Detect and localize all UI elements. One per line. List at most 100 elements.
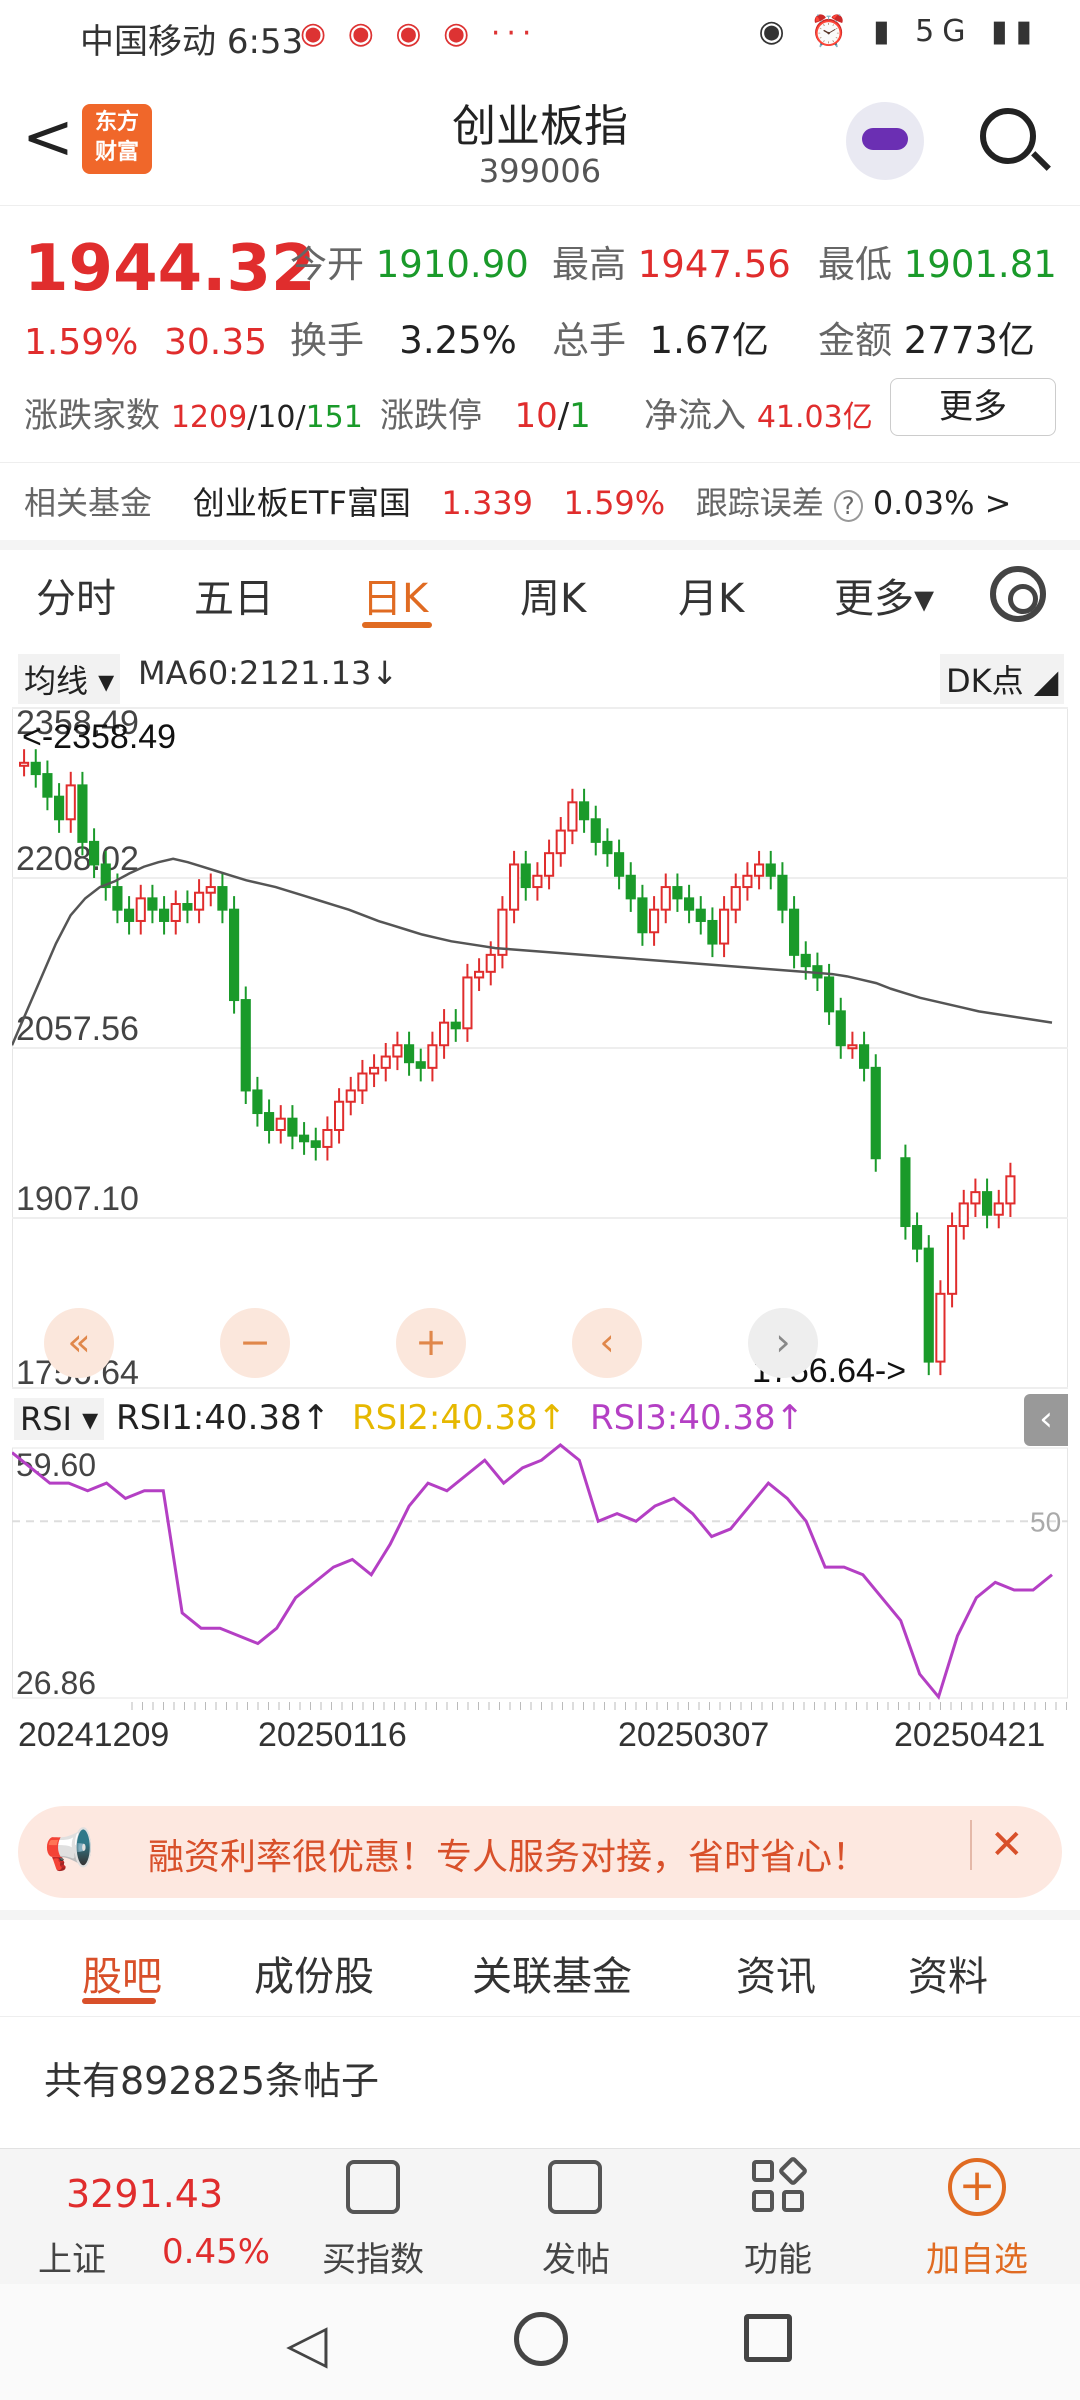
assistant-robot-icon[interactable]	[846, 102, 924, 180]
tab-profile[interactable]: 资料	[908, 1944, 988, 2002]
chart-icon[interactable]	[346, 2160, 400, 2214]
tab-news[interactable]: 资讯	[736, 1944, 816, 2002]
kline-chart[interactable]: 2358.492208.022057.561907.101756.64<-235…	[10, 700, 1068, 1790]
scroll-start-button[interactable]: «	[44, 1308, 114, 1378]
nav-back-icon[interactable]: ◁	[286, 2312, 328, 2375]
candle-body	[30, 761, 41, 776]
candle-body	[970, 1191, 981, 1205]
ma-selector[interactable]: 均线 ▾	[18, 654, 121, 704]
promo-text[interactable]: 融资利率很优惠！专人服务对接，省时省心！	[148, 1828, 868, 1880]
candle-body	[275, 1117, 286, 1131]
amount-stat: 金额 2773亿	[818, 319, 1035, 362]
candle-body	[923, 1247, 934, 1363]
candle-body	[252, 1089, 263, 1115]
add-icon[interactable]: +	[948, 2158, 1006, 2216]
buy-index-button[interactable]: 买指数	[322, 2232, 424, 2281]
rsi-mid-label: 50	[1030, 1506, 1061, 1537]
ma60-line	[10, 857, 1053, 1046]
tab-weekly-k[interactable]: 周K	[520, 566, 586, 624]
turnover-stat: 换手 3.25%	[290, 319, 517, 362]
candle-body	[404, 1044, 415, 1064]
sh-index-value[interactable]: 3291.43	[66, 2172, 223, 2216]
rsi-line	[11, 1443, 1053, 1701]
candle-body	[264, 1112, 275, 1131]
tab-five-day[interactable]: 五日	[194, 566, 274, 624]
tab-monthly-k[interactable]: 月K	[678, 566, 744, 624]
candle-body	[124, 908, 135, 922]
divider-2	[0, 2016, 1080, 2017]
candle-body	[77, 784, 88, 843]
related-fund-row[interactable]: 相关基金 创业板ETF富国 1.339 1.59% 跟踪误差 ? 0.03% >	[24, 478, 1064, 524]
candle-body	[672, 886, 683, 900]
x-date-label: 20250307	[618, 1716, 769, 1754]
grid-icon[interactable]	[752, 2155, 809, 2214]
section-gap	[0, 540, 1080, 550]
candle-body	[19, 761, 30, 767]
collapse-panel-button[interactable]: ‹	[1024, 1394, 1068, 1446]
zoom-in-button[interactable]: +	[396, 1308, 466, 1378]
system-status-icons: ◉ ⏰ ▮ 5G ▮▮	[758, 14, 1040, 49]
rsi2-value: RSI2:40.38↑	[352, 1398, 567, 1438]
candle-body	[912, 1225, 923, 1250]
nav-recents-icon[interactable]	[744, 2314, 792, 2362]
candle-body	[777, 874, 788, 911]
volume-stat: 总手 1.67亿	[552, 319, 769, 362]
active-bottom-tab-indicator	[82, 1998, 156, 2004]
tab-daily-k[interactable]: 日K	[362, 566, 428, 624]
candle-body	[900, 1157, 911, 1228]
candle-body	[147, 897, 158, 911]
candle-body	[427, 1044, 438, 1069]
candle-body	[485, 953, 496, 973]
sh-index-label[interactable]: 上证	[38, 2232, 106, 2281]
rsi-frame	[12, 1447, 1068, 1699]
scroll-right-button[interactable]: ›	[748, 1308, 818, 1378]
candle-body	[555, 829, 566, 855]
tab-intraday[interactable]: 分时	[36, 566, 116, 624]
tab-related-funds[interactable]: 关联基金	[472, 1944, 632, 2002]
x-date-label: 20241209	[18, 1716, 169, 1754]
sh-index-pct[interactable]: 0.45%	[162, 2232, 270, 2272]
candle-body	[765, 863, 776, 877]
gear-icon[interactable]	[990, 566, 1046, 622]
open-stat: 今开 1910.90	[290, 243, 529, 286]
candle-body	[345, 1089, 356, 1103]
search-icon[interactable]	[980, 108, 1036, 164]
x-date-label: 20250116	[258, 1716, 407, 1754]
y-tick-label: 2208.02	[16, 840, 139, 878]
candle-body	[567, 801, 578, 832]
candle-body	[217, 886, 228, 911]
candle-body	[182, 903, 193, 911]
tab-guba[interactable]: 股吧	[82, 1944, 162, 2002]
candle-body	[544, 852, 555, 877]
more-button[interactable]: 更多	[890, 378, 1056, 436]
candle-body	[649, 908, 660, 934]
candle-body	[159, 908, 170, 922]
candle-body	[1005, 1175, 1016, 1205]
candle-body	[958, 1202, 969, 1228]
rsi-selector[interactable]: RSI ▾	[14, 1398, 105, 1440]
y-tick-label: 2057.56	[16, 1010, 139, 1048]
tab-constituents[interactable]: 成份股	[254, 1944, 374, 2002]
post-button[interactable]: 发帖	[542, 2232, 610, 2281]
candle-body	[602, 840, 613, 855]
scroll-left-button[interactable]: ‹	[572, 1308, 642, 1378]
candle-body	[859, 1044, 870, 1069]
max-price-label: <-2358.49	[22, 718, 176, 756]
nav-home-icon[interactable]	[514, 2312, 568, 2366]
change-percent: 1.59%	[24, 322, 139, 363]
x-date-label: 20250421	[894, 1716, 1045, 1754]
edit-icon[interactable]	[548, 2160, 602, 2214]
dk-point-button[interactable]: DK点 ◢	[940, 654, 1065, 704]
add-watchlist-button[interactable]: 加自选	[926, 2232, 1028, 2281]
candle-body	[415, 1061, 426, 1069]
zoom-out-button[interactable]: −	[220, 1308, 290, 1378]
post-count: 共有892825条帖子	[44, 2059, 380, 2103]
function-button[interactable]: 功能	[744, 2232, 812, 2281]
close-icon[interactable]: ✕	[990, 1822, 1024, 1868]
candle-body	[684, 897, 695, 911]
tab-more[interactable]: 更多▾	[834, 566, 934, 624]
candle-body	[614, 852, 625, 877]
candle-body	[625, 874, 636, 900]
candle-body	[590, 818, 601, 843]
candle-body	[637, 897, 648, 934]
